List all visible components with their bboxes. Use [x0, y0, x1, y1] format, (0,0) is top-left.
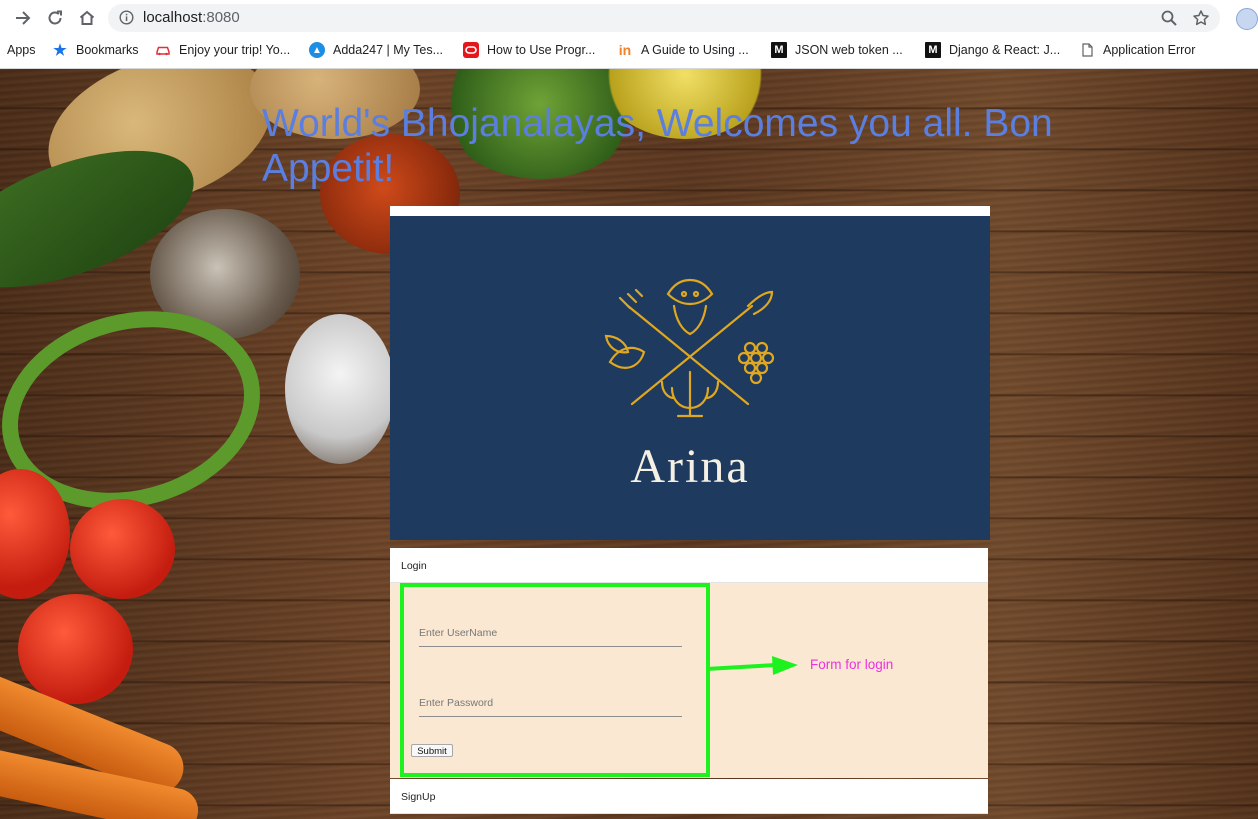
- logo-banner: Arina: [390, 216, 990, 540]
- signup-tab[interactable]: SignUp: [390, 779, 988, 814]
- logo-card: Arina: [390, 206, 990, 540]
- medium-icon: M: [925, 42, 941, 58]
- address-bar[interactable]: localhost:8080: [108, 4, 1220, 32]
- bookmarks-bar: Apps ★ Bookmarks Enjoy your trip! Yo... …: [0, 36, 1258, 69]
- login-panel: Enter UserName Enter Password Submit For…: [390, 583, 988, 778]
- star-icon: ★: [53, 42, 67, 59]
- password-underline: [419, 716, 682, 717]
- password-input[interactable]: Enter Password: [419, 697, 493, 709]
- oracle-icon: [463, 42, 479, 58]
- car-icon: [155, 42, 171, 58]
- profile-avatar-icon[interactable]: [1236, 8, 1258, 30]
- page-background: World's Bhojanalayas, Welcomes you all. …: [0, 69, 1258, 819]
- bookmark-application-error[interactable]: Application Error: [1079, 36, 1195, 64]
- bookmark-label: How to Use Progr...: [487, 43, 596, 57]
- username-underline: [419, 646, 682, 647]
- restaurant-emblem-icon: [604, 278, 775, 418]
- site-info-icon[interactable]: [119, 10, 134, 30]
- bookmark-label: A Guide to Using ...: [641, 43, 749, 57]
- bookmark-label: Adda247 | My Tes...: [333, 43, 444, 57]
- arrow-icon: [706, 656, 798, 675]
- medium-icon: M: [771, 42, 787, 58]
- bookmark-django-react[interactable]: M Django & React: J...: [925, 36, 1060, 64]
- bookmark-json-web-token[interactable]: M JSON web token ...: [771, 36, 903, 64]
- bookmark-label: Apps: [7, 43, 36, 57]
- bookmark-star-icon[interactable]: [1192, 9, 1210, 32]
- bookmark-invision[interactable]: in A Guide to Using ...: [617, 36, 749, 64]
- welcome-heading: World's Bhojanalayas, Welcomes you all. …: [262, 102, 1053, 190]
- form-annotation: Form for login: [810, 657, 894, 672]
- bookmark-label: JSON web token ...: [795, 43, 903, 57]
- signup-tab-label: SignUp: [401, 791, 436, 803]
- tomato-image: [18, 594, 133, 704]
- forward-icon[interactable]: [11, 6, 35, 30]
- brand-name: Arina: [630, 440, 750, 493]
- bookmark-oracle[interactable]: How to Use Progr...: [463, 36, 595, 64]
- salt-jar-image: [285, 314, 395, 464]
- url-text[interactable]: localhost:8080: [143, 9, 240, 26]
- bookmark-label: Application Error: [1103, 43, 1196, 57]
- bookmark-label: Enjoy your trip! Yo...: [179, 43, 291, 57]
- bookmark-adda247[interactable]: ▲ Adda247 | My Tes...: [309, 36, 443, 64]
- login-tab[interactable]: Login: [390, 548, 988, 583]
- zoom-icon[interactable]: [1160, 9, 1178, 32]
- adda247-icon: ▲: [309, 42, 325, 58]
- bookmark-label: Bookmarks: [76, 43, 139, 57]
- home-icon[interactable]: [75, 6, 99, 30]
- browser-toolbar: localhost:8080: [0, 0, 1258, 36]
- url-port: :8080: [202, 9, 240, 26]
- submit-button[interactable]: Submit: [411, 744, 453, 757]
- login-tab-label: Login: [401, 560, 427, 572]
- page-icon: [1079, 42, 1095, 58]
- reload-icon[interactable]: [43, 6, 67, 30]
- username-input[interactable]: Enter UserName: [419, 627, 497, 639]
- bookmark-enjoy-trip[interactable]: Enjoy your trip! Yo...: [155, 36, 290, 64]
- bookmark-label: Django & React: J...: [949, 43, 1061, 57]
- bookmark-bookmarks[interactable]: ★ Bookmarks: [52, 36, 139, 64]
- invision-icon: in: [618, 42, 632, 58]
- login-form: Enter UserName Enter Password Submit: [400, 583, 710, 777]
- url-host: localhost: [143, 9, 203, 26]
- bookmark-apps[interactable]: Apps: [7, 36, 36, 64]
- tomato-image: [70, 499, 175, 599]
